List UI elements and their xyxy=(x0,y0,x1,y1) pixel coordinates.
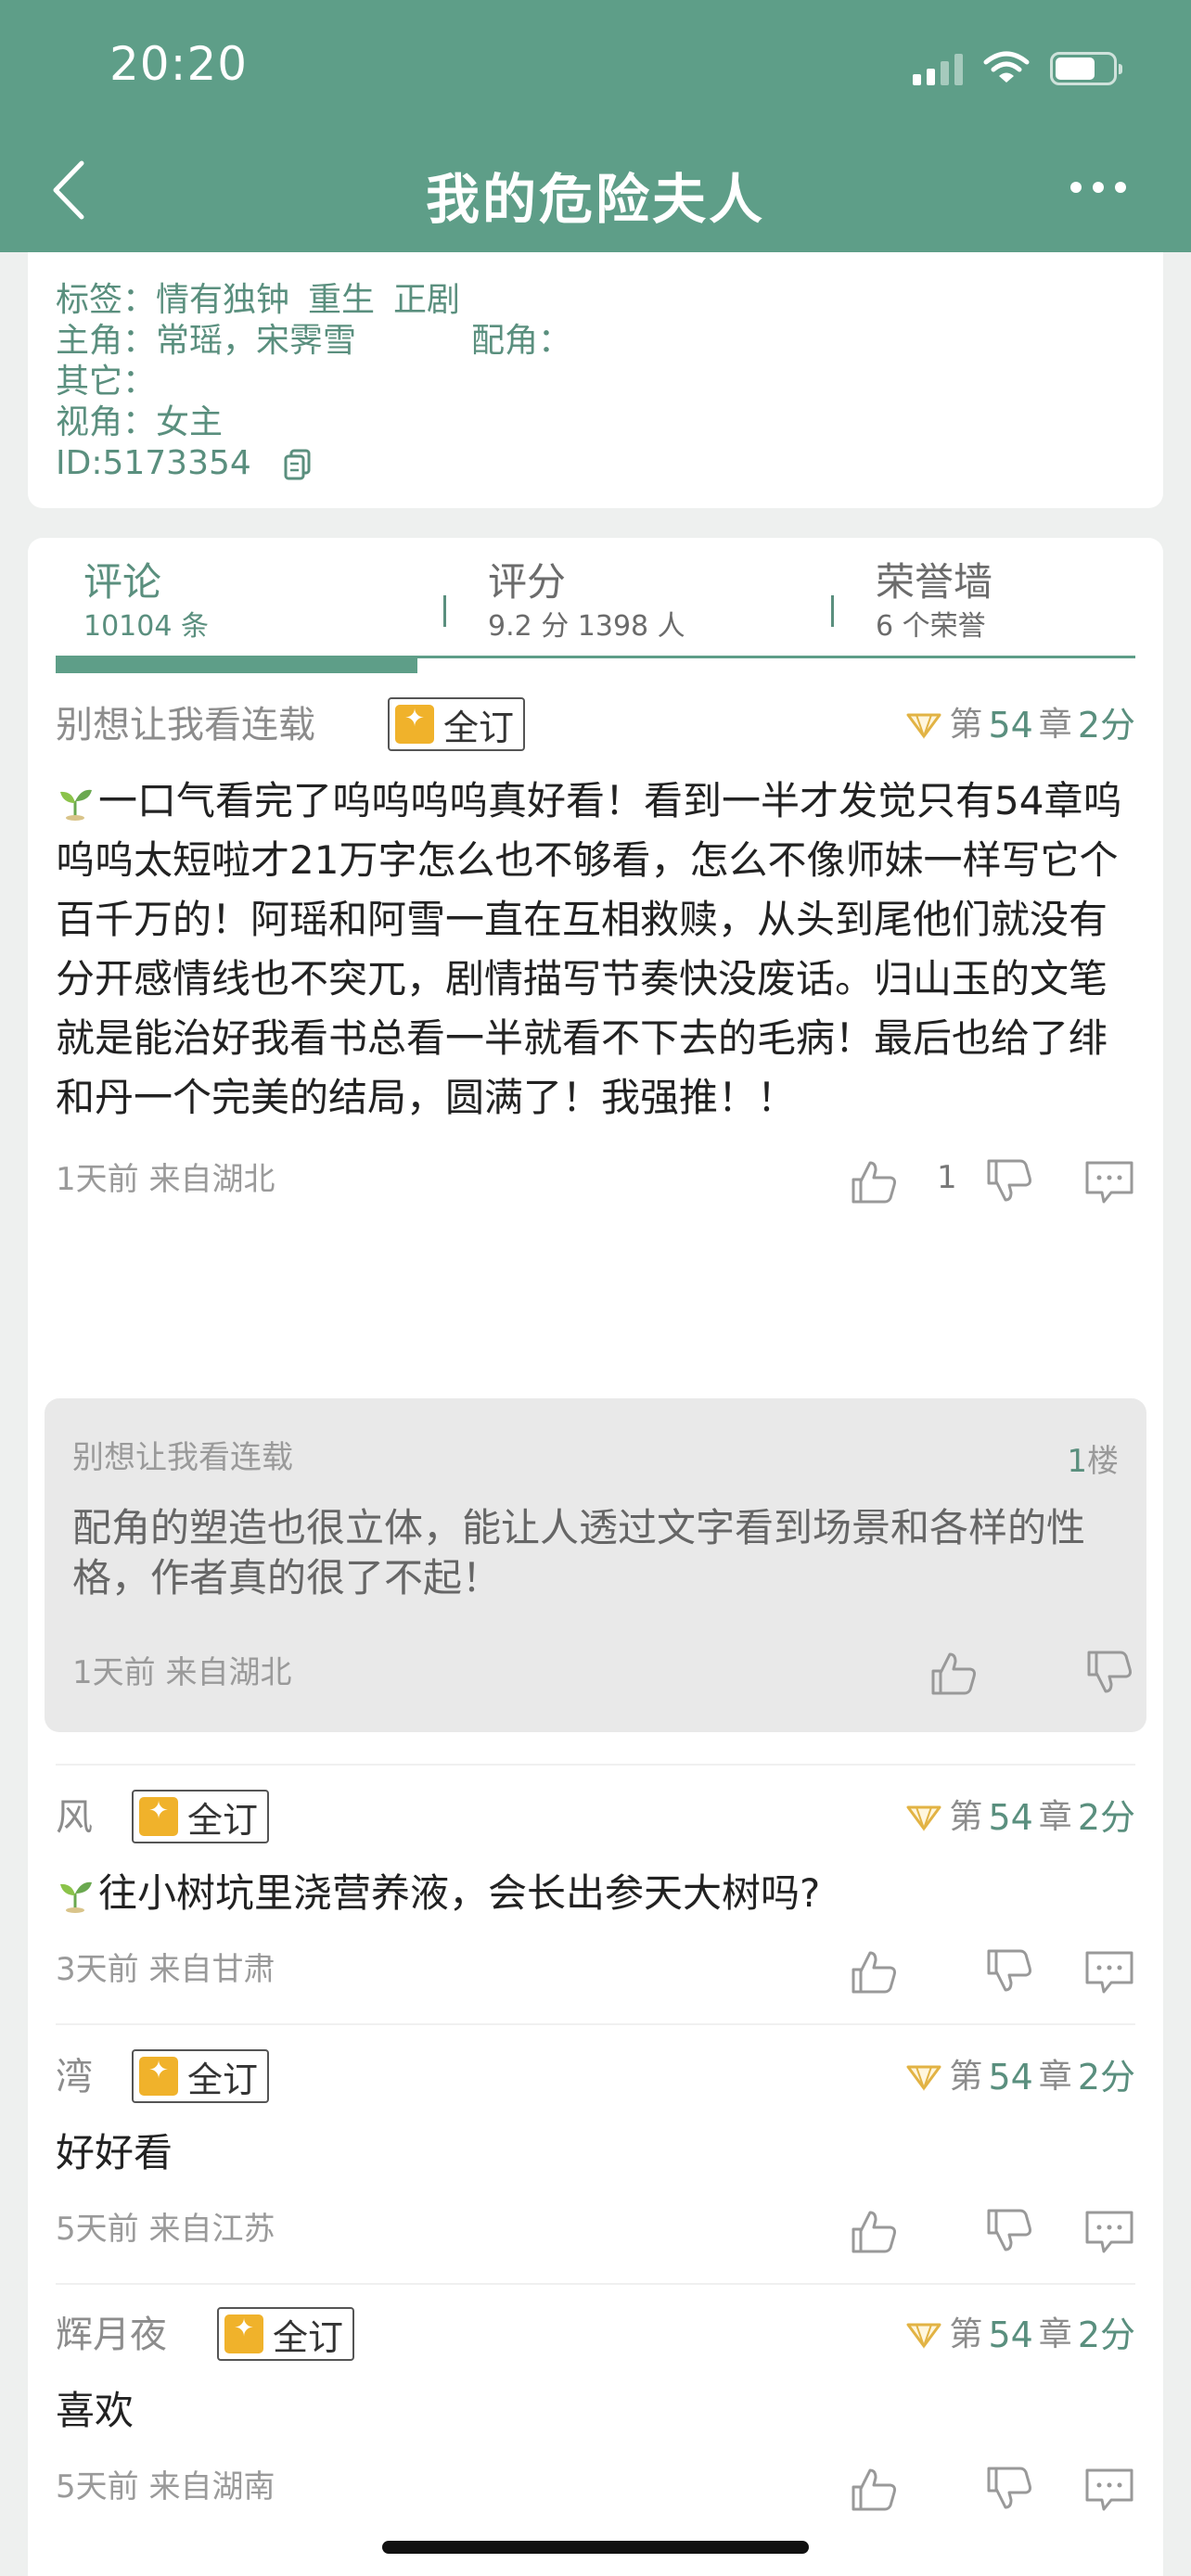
comments-panel: 评论 10104 条 评分 9.2 分 1398 人 荣誉墙 6 个荣誉 别想让… xyxy=(28,538,1163,2576)
reply-floor: 1楼 xyxy=(1067,1443,1119,1480)
comment-item: 湾 全订 第 54 章 2分 好好看 5天前 来自江苏 xyxy=(56,2049,1135,2257)
reply-icon[interactable] xyxy=(1083,1155,1135,1207)
leads-value: 常瑶，宋霁雪 xyxy=(156,322,357,360)
comment-actions xyxy=(848,2205,1135,2257)
app-header: 20:20 我的危险夫人 xyxy=(0,0,1191,252)
reply-icon[interactable] xyxy=(1083,1945,1135,1997)
sprout-icon xyxy=(60,789,92,821)
badge-icon xyxy=(224,2315,263,2353)
comment-text: 好好看 xyxy=(56,2130,173,2175)
thumbs-up-icon[interactable] xyxy=(848,1155,900,1207)
full-subscription-badge: 全订 xyxy=(132,2049,270,2103)
badge-icon xyxy=(139,2057,178,2096)
more-icon[interactable] xyxy=(1070,182,1126,193)
reply-icon[interactable] xyxy=(1083,2205,1135,2257)
tab-separator xyxy=(443,595,446,627)
reply-text: 配角的塑造也很立体，能让人透过文字看到场景和各样的性格，作者真的很了不起！ xyxy=(72,1505,1086,1600)
pov-row: 视角：女主 xyxy=(56,403,224,441)
comment-chapter: 第 54 章 2分 xyxy=(904,1790,1135,1845)
comment-divider xyxy=(56,1764,1135,1766)
comment-username[interactable]: 风 xyxy=(56,1790,93,1845)
tag[interactable]: 正剧 xyxy=(393,281,460,319)
tab-ratings[interactable]: 评分 9.2 分 1398 人 xyxy=(488,556,685,658)
comment-text: 一口气看完了呜呜呜呜真好看！看到一半才发觉只有54章呜呜呜太短啦才21万字怎么也… xyxy=(56,778,1122,1120)
thumbs-down-icon[interactable] xyxy=(983,1155,1035,1207)
thumbs-up-icon[interactable] xyxy=(928,1647,980,1699)
comment-actions: 1 xyxy=(848,1155,1135,1207)
status-icons xyxy=(913,48,1122,85)
tab-honor-wall[interactable]: 荣誉墙 6 个荣誉 xyxy=(876,556,992,658)
tag[interactable]: 重生 xyxy=(308,281,375,319)
thumbs-up-icon[interactable] xyxy=(848,2463,900,2515)
battery-icon xyxy=(1050,52,1122,85)
comment-chapter: 第 54 章 2分 xyxy=(904,2049,1135,2105)
copy-icon[interactable] xyxy=(284,449,312,480)
comment-username[interactable]: 辉月夜 xyxy=(56,2307,167,2363)
tab-active-indicator xyxy=(56,658,417,673)
thumbs-up-icon[interactable] xyxy=(848,1945,900,1997)
diamond-icon xyxy=(906,1805,941,1831)
thumbs-up-icon[interactable] xyxy=(848,2205,900,2257)
comment-username[interactable]: 湾 xyxy=(56,2049,93,2105)
comment-chapter: 第 54 章 2分 xyxy=(904,2307,1135,2363)
comment-divider xyxy=(56,2023,1135,2025)
like-count: 1 xyxy=(937,1159,957,1196)
comment-text: 喜欢 xyxy=(56,2388,134,2433)
other-row: 其它： xyxy=(56,363,157,401)
sprout-icon xyxy=(60,1881,92,1913)
thumbs-down-icon[interactable] xyxy=(983,1945,1035,1997)
badge-icon xyxy=(139,1797,178,1836)
comment-item: 辉月夜 全订 第 54 章 2分 喜欢 5天前 来自湖南 xyxy=(56,2307,1135,2515)
signal-icon xyxy=(913,52,963,85)
reply-icon[interactable] xyxy=(1083,2463,1135,2515)
page-title: 我的危险夫人 xyxy=(425,168,765,231)
comment-actions xyxy=(848,1945,1135,1997)
full-subscription-badge: 全订 xyxy=(132,1790,270,1843)
thumbs-down-icon[interactable] xyxy=(1083,1647,1135,1699)
comment-actions xyxy=(848,2463,1135,2515)
comment-username[interactable]: 别想让我看连载 xyxy=(56,697,315,753)
book-info-card: 标签：情有独钟 重生 正剧 主角：常瑶，宋霁雪 配角： 其它： 视角：女主 ID:51… xyxy=(28,252,1163,508)
comment-chapter: 第 54 章 2分 xyxy=(904,697,1135,753)
badge-icon xyxy=(395,705,434,744)
tab-separator xyxy=(831,595,834,627)
diamond-icon xyxy=(906,2065,941,2091)
tags-row: 标签：情有独钟 重生 正剧 xyxy=(56,281,461,319)
comment-item: 风 全订 第 54 章 2分 往小树坑里浇营养液，会长出参天大树吗? 3天前 来… xyxy=(56,1790,1135,1997)
diamond-icon xyxy=(906,713,941,739)
comment-item: 别想让我看连载 全订 第 54 章 2分 一口气看完了呜呜呜呜真好看！看到一半才… xyxy=(56,697,1135,1207)
wifi-icon xyxy=(983,51,1030,83)
full-subscription-badge: 全订 xyxy=(217,2307,355,2361)
reply-username[interactable]: 别想让我看连载 xyxy=(72,1432,1119,1477)
id-row: ID:5173354 xyxy=(56,443,1163,484)
leads-row: 主角：常瑶，宋霁雪 配角： xyxy=(56,322,572,360)
thumbs-down-icon[interactable] xyxy=(983,2205,1035,2257)
tab-comments[interactable]: 评论 10104 条 xyxy=(83,556,209,658)
status-time: 20:20 xyxy=(109,37,249,91)
diamond-icon xyxy=(906,2323,941,2349)
home-indicator xyxy=(382,2541,809,2554)
thumbs-down-icon[interactable] xyxy=(983,2463,1035,2515)
reply-item: 别想让我看连载 1楼 配角的塑造也很立体，能让人透过文字看到场景和各样的性格，作… xyxy=(45,1398,1146,1732)
book-id: ID:5173354 xyxy=(56,444,251,482)
comment-text: 往小树坑里浇营养液，会长出参天大树吗? xyxy=(56,1864,1135,1923)
tab-bar: 评论 10104 条 评分 9.2 分 1398 人 荣誉墙 6 个荣誉 xyxy=(56,556,1135,658)
full-subscription-badge: 全订 xyxy=(388,697,526,751)
comment-divider xyxy=(56,2283,1135,2285)
tag[interactable]: 情有独钟 xyxy=(156,281,289,319)
